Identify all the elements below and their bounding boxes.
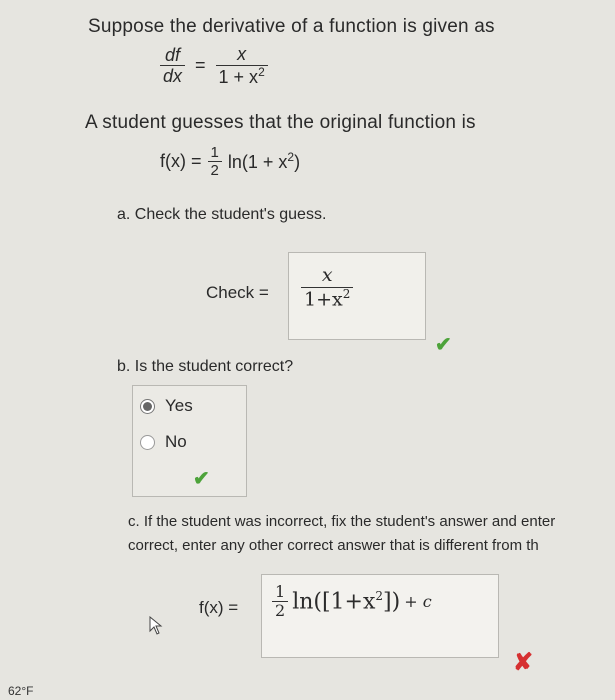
equals-sign: = bbox=[195, 55, 206, 76]
part-a-question: a. Check the student's guess. bbox=[117, 206, 327, 223]
option-no[interactable]: No bbox=[140, 432, 187, 452]
answer-label: f(x) = bbox=[199, 598, 239, 617]
mouse-pointer-icon bbox=[149, 616, 163, 635]
correct-choice-group: Yes No ✔ bbox=[132, 385, 247, 497]
part-c-question: c. If the student was incorrect, fix the… bbox=[128, 513, 556, 554]
answer-math: 1 2 ln([1+x2]) + c bbox=[272, 582, 432, 621]
problem-intro: Suppose the derivative of a function is … bbox=[88, 16, 495, 37]
correct-check-icon: ✔ bbox=[193, 468, 210, 490]
derivative-rhs-fraction: x 1 + x2 bbox=[215, 44, 268, 87]
df-dx-fraction: df dx bbox=[160, 45, 186, 87]
derivative-equation: df dx = x 1 + x2 bbox=[160, 44, 268, 87]
guess-text: A student guesses that the original func… bbox=[85, 112, 476, 133]
part-b-question: b. Is the student correct? bbox=[117, 358, 294, 375]
radio-no[interactable] bbox=[140, 434, 155, 450]
guess-equation: f(x) = 1 2 ln(1 + x2) bbox=[160, 144, 301, 180]
radio-yes[interactable] bbox=[140, 398, 155, 414]
taskbar-temperature: 62°F bbox=[8, 684, 34, 698]
check-answer-math: x 1+x2 bbox=[301, 264, 354, 311]
incorrect-x-icon: ✘ bbox=[513, 649, 534, 676]
half-fraction: 1 2 bbox=[207, 144, 222, 180]
option-yes[interactable]: Yes bbox=[140, 396, 193, 416]
check-label: Check = bbox=[206, 283, 269, 302]
correct-check-icon: ✔ bbox=[435, 334, 452, 356]
